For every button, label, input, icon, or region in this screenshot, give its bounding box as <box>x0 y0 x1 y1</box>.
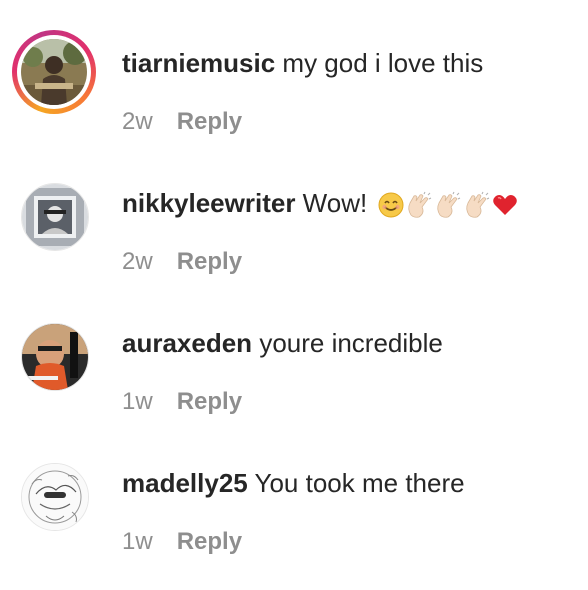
reply-button[interactable]: Reply <box>177 248 242 275</box>
comment-line: madelly25 You took me there <box>122 467 465 499</box>
avatar-photo <box>22 184 88 250</box>
clapping-hands-icon <box>466 191 490 218</box>
comment-text: youre incredible <box>259 328 443 358</box>
comment-age[interactable]: 1w <box>122 528 153 555</box>
comment-text: Wow! <box>302 188 368 218</box>
comment-line: auraxeden youre incredible <box>122 327 443 359</box>
comment-item: tiarniemusic my god i love this 2w Reply <box>0 0 588 140</box>
story-ring[interactable] <box>12 30 96 114</box>
avatar[interactable] <box>21 323 89 391</box>
comment-text: You took me there <box>254 468 465 498</box>
avatar-photo <box>22 324 88 390</box>
comment-item: madelly25 You took me there 1w Reply <box>0 420 588 560</box>
comment-username[interactable]: tiarniemusic <box>122 48 275 78</box>
clapping-hands-icon <box>408 191 432 218</box>
comment-username[interactable]: madelly25 <box>122 468 248 498</box>
comment-username[interactable]: auraxeden <box>122 328 252 358</box>
comment-meta: 2w Reply <box>122 108 242 136</box>
clapping-hands-icon <box>437 191 461 218</box>
comment-item: auraxeden youre incredible 1w Reply <box>0 280 588 420</box>
comment-age[interactable]: 2w <box>122 108 153 135</box>
emoji-group <box>378 191 519 219</box>
avatar[interactable] <box>21 183 89 251</box>
comment-age[interactable]: 1w <box>122 388 153 415</box>
reply-button[interactable]: Reply <box>177 528 242 555</box>
reply-button[interactable]: Reply <box>177 388 242 415</box>
avatar-illustration <box>22 464 88 530</box>
reply-button[interactable]: Reply <box>177 108 242 135</box>
avatar[interactable] <box>21 463 89 531</box>
comment-text: my god i love this <box>282 48 484 78</box>
red-heart-icon <box>493 195 518 215</box>
comment-age[interactable]: 2w <box>122 248 153 275</box>
comment-line: nikkyleewriter Wow! <box>122 187 519 219</box>
comment-item: nikkyleewriter Wow! 2w Reply <box>0 140 588 280</box>
comment-meta: 1w Reply <box>122 528 242 556</box>
comment-meta: 1w Reply <box>122 388 242 416</box>
smiling-face-icon <box>378 192 404 218</box>
comment-line: tiarniemusic my god i love this <box>122 47 483 79</box>
avatar[interactable] <box>21 39 87 105</box>
avatar-photo <box>21 39 87 105</box>
comment-meta: 2w Reply <box>122 248 242 276</box>
comment-username[interactable]: nikkyleewriter <box>122 188 295 218</box>
